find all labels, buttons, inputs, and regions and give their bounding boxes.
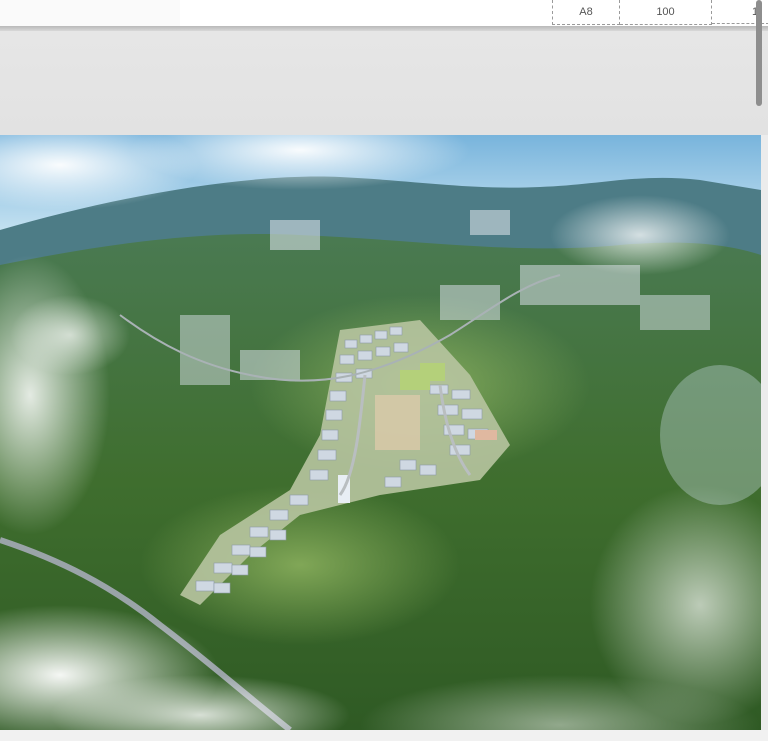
table-cell: 100 [620,0,712,25]
vertical-scrollbar[interactable] [756,0,762,106]
document-strip: A8 100 1 [0,0,768,26]
page-gap [0,730,768,741]
document-margin [0,0,180,26]
aerial-photo [0,135,761,730]
page-edge [761,135,768,730]
page-gap [0,31,768,135]
table-fragment: A8 100 1 [552,0,768,26]
table-cell: A8 [552,0,620,25]
